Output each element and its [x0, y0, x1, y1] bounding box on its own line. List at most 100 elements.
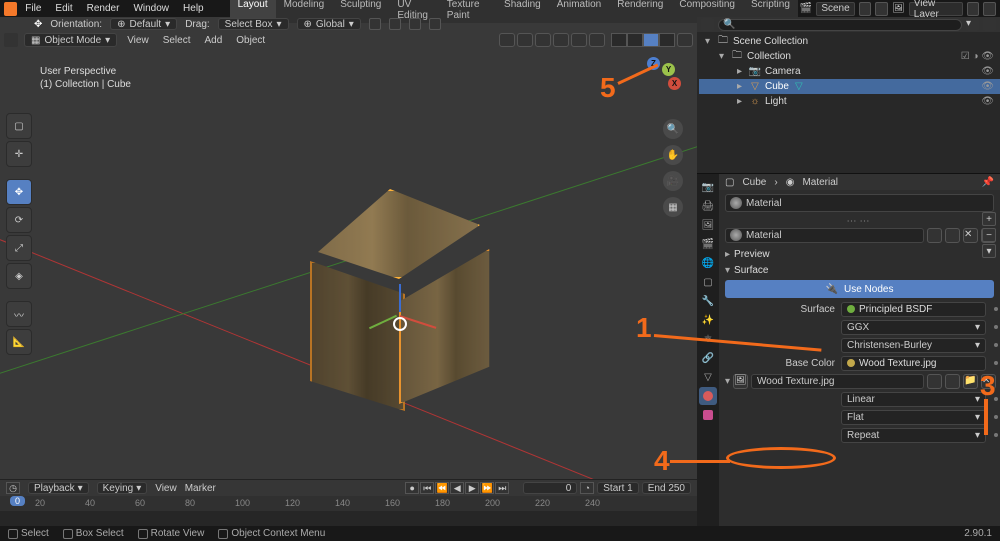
material-unlink[interactable]: ✕	[963, 228, 978, 243]
tab-texture[interactable]	[699, 406, 717, 424]
material-browse[interactable]	[927, 228, 942, 243]
node-link-icon[interactable]	[994, 343, 998, 347]
view3d-menu-select[interactable]: Select	[159, 35, 195, 46]
delete-viewlayer-button[interactable]	[983, 2, 996, 16]
tab-object[interactable]: ▢	[699, 273, 717, 291]
extension-dropdown[interactable]: Repeat▾	[841, 428, 986, 443]
pin-icon[interactable]: 📌	[982, 177, 994, 188]
projection-dropdown[interactable]: Flat▾	[841, 410, 986, 425]
transform-gizmo[interactable]	[380, 304, 420, 344]
end-frame[interactable]: End 250	[642, 482, 691, 494]
tool-scale[interactable]: ⤢	[6, 235, 32, 261]
collection-toggles[interactable]: ☑ ◑ 👁	[961, 51, 1000, 62]
add-material-slot[interactable]: +	[982, 212, 996, 226]
image-new[interactable]	[945, 374, 960, 389]
remove-material-slot[interactable]: −	[982, 228, 996, 242]
viewport-3d[interactable]: User Perspective (1) Collection | Cube ▢…	[0, 49, 697, 479]
crumb-cube[interactable]: Cube	[742, 177, 766, 188]
timeline-marker-menu[interactable]: Marker	[185, 483, 216, 494]
workspace-texpaint[interactable]: Texture Paint	[439, 0, 496, 23]
gizmo-toggle[interactable]	[517, 33, 533, 47]
tab-modifiers[interactable]: 🔧	[699, 292, 717, 310]
menu-help[interactable]: Help	[177, 2, 210, 15]
current-frame[interactable]: 0	[523, 482, 577, 494]
outliner-scene-collection[interactable]: ▾🗀Scene Collection	[699, 34, 1000, 49]
orientation-dropdown[interactable]: ⊕Default▾	[110, 18, 177, 30]
outliner-collection[interactable]: ▾🗀Collection ☑ ◑ 👁	[699, 49, 1000, 64]
scene-name-field[interactable]: Scene	[816, 2, 854, 16]
preview-panel[interactable]: ▸Preview	[719, 246, 1000, 262]
autokey-toggle[interactable]: ●	[405, 482, 419, 494]
crumb-mat[interactable]: Material	[802, 177, 838, 188]
image-name-field[interactable]: Wood Texture.jpg	[751, 374, 924, 389]
outliner-display-mode[interactable]	[701, 18, 714, 31]
timeline-playback-menu[interactable]: Playback▾	[28, 482, 89, 494]
distribution-dropdown[interactable]: GGX▾	[841, 320, 986, 335]
proportional-edit-toggle[interactable]	[409, 18, 421, 30]
tab-constraints[interactable]: 🔗	[699, 349, 717, 367]
menu-render[interactable]: Render	[81, 2, 126, 15]
overlays-toggle[interactable]	[553, 33, 569, 47]
axis-y-icon[interactable]: Y	[662, 63, 675, 76]
camera-view-button[interactable]: 🎥	[663, 171, 683, 191]
tool-measure[interactable]: 📐	[6, 329, 32, 355]
tool-cursor[interactable]: ✛	[6, 141, 32, 167]
cursor-tool-icon[interactable]: ✥	[34, 19, 42, 30]
outliner-item-camera[interactable]: ▸📷Camera 👁	[699, 64, 1000, 79]
shading-wireframe[interactable]	[611, 33, 627, 47]
outliner-new-collection[interactable]	[983, 18, 996, 31]
tool-select[interactable]: ▢	[6, 113, 32, 139]
eye-icon[interactable]: 👁	[981, 96, 1000, 107]
outliner-filter[interactable]: ▾	[966, 18, 979, 31]
use-nodes-button[interactable]: 🔌Use Nodes	[725, 280, 994, 298]
base-color-value[interactable]: Wood Texture.jpg	[841, 356, 986, 371]
workspace-shading[interactable]: Shading	[496, 0, 549, 23]
timeline-view-menu[interactable]: View	[155, 483, 177, 494]
timeline-editor-type[interactable]: ◷	[6, 482, 20, 494]
pan-button[interactable]: ✋	[663, 145, 683, 165]
material-slot-menu[interactable]: ▾	[982, 244, 996, 258]
outliner-search[interactable]: 🔍	[718, 19, 962, 31]
drag-dropdown[interactable]: Select Box▾	[218, 18, 289, 30]
sss-method-dropdown[interactable]: Christensen-Burley▾	[841, 338, 986, 353]
proportional-falloff-dropdown[interactable]	[429, 18, 441, 30]
menu-file[interactable]: File	[19, 2, 47, 15]
menu-edit[interactable]: Edit	[49, 2, 78, 15]
jump-start[interactable]: ⏮	[420, 482, 434, 494]
tab-particles[interactable]: ✨	[699, 311, 717, 329]
material-id-field[interactable]: Material	[725, 228, 924, 243]
image-open[interactable]: 📁	[963, 374, 978, 389]
shading-material[interactable]	[643, 33, 659, 47]
transform-orientation-dropdown[interactable]: ⊕Global▾	[297, 18, 361, 30]
tab-output[interactable]: 🖨	[699, 197, 717, 215]
editor-type-dropdown[interactable]	[4, 33, 18, 47]
eye-icon[interactable]: 👁	[981, 66, 1000, 77]
material-new[interactable]	[945, 228, 960, 243]
node-link-icon[interactable]	[994, 361, 998, 365]
shading-options[interactable]	[677, 33, 693, 47]
tab-render[interactable]: 📷	[699, 178, 717, 196]
new-viewlayer-button[interactable]	[967, 2, 980, 16]
eye-icon[interactable]: 👁	[981, 81, 1000, 92]
surface-shader-dropdown[interactable]: Principled BSDF	[841, 302, 986, 317]
preview-range-toggle[interactable]: ◔	[580, 482, 594, 494]
jump-end[interactable]: ⏭	[495, 482, 509, 494]
play[interactable]: ▶	[465, 482, 479, 494]
timeline-track[interactable]	[0, 511, 697, 527]
tab-mesh[interactable]: ▽	[699, 368, 717, 386]
view3d-menu-object[interactable]: Object	[232, 35, 269, 46]
slot-list-grip[interactable]: ⋯⋯	[719, 214, 1000, 228]
axis-x-icon[interactable]: X	[668, 77, 681, 90]
tab-world[interactable]: 🌐	[699, 254, 717, 272]
workspace-rendering[interactable]: Rendering	[609, 0, 671, 23]
perspective-toggle-button[interactable]: ▦	[663, 197, 683, 217]
overlay-settings[interactable]	[571, 33, 587, 47]
gizmo-settings[interactable]	[535, 33, 551, 47]
new-scene-button[interactable]	[859, 2, 872, 16]
node-link-icon[interactable]	[994, 325, 998, 329]
snap-toggle[interactable]	[369, 18, 381, 30]
xray-toggle[interactable]	[589, 33, 605, 47]
play-reverse[interactable]: ◀	[450, 482, 464, 494]
tool-annotate[interactable]: 〰	[6, 301, 32, 327]
shading-solid[interactable]	[627, 33, 643, 47]
